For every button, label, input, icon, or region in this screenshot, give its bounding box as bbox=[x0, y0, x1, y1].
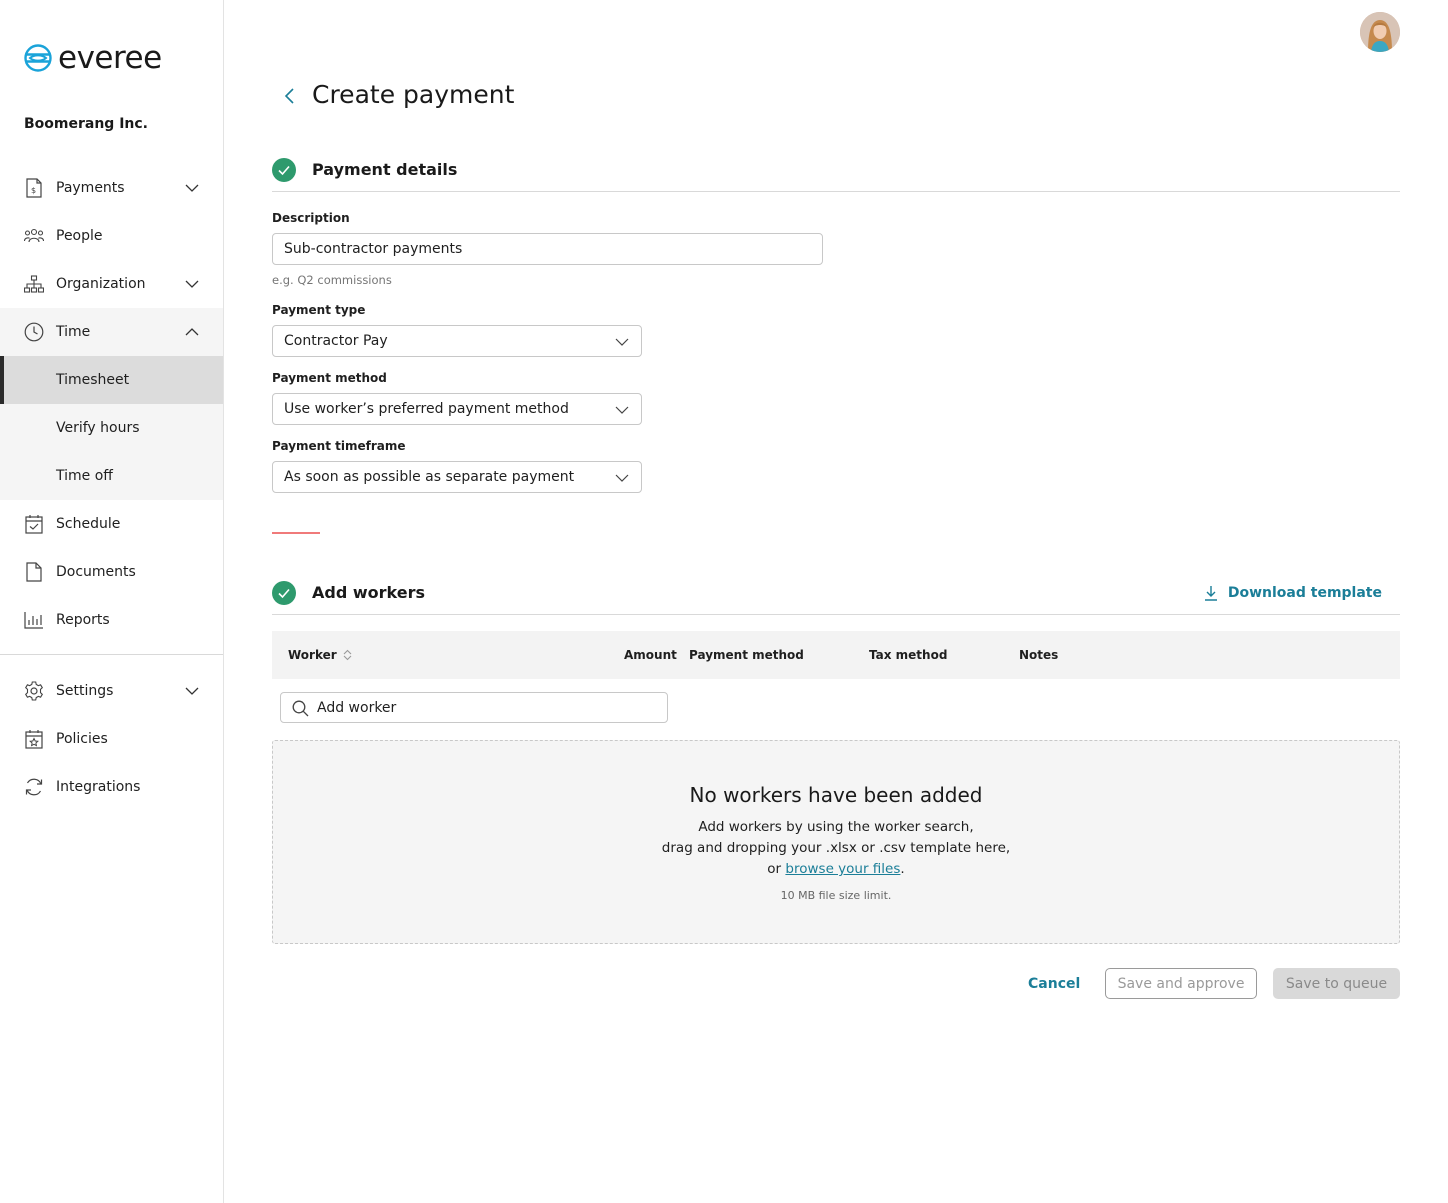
payment-timeframe-value: As soon as possible as separate payment bbox=[284, 469, 575, 485]
sidebar-item-label: Documents bbox=[56, 564, 136, 580]
file-dropzone[interactable]: No workers have been added Add workers b… bbox=[272, 740, 1400, 944]
payment-method-value: Use worker’s preferred payment method bbox=[284, 401, 569, 417]
description-label: Description bbox=[272, 211, 350, 225]
sidebar-item-label: Organization bbox=[56, 276, 146, 292]
avatar-photo-icon bbox=[1360, 12, 1400, 52]
add-worker-search[interactable]: Add worker bbox=[280, 692, 668, 723]
chevron-down-icon bbox=[615, 406, 629, 414]
main-nav: $ Payments People Organization Time Time… bbox=[0, 164, 223, 811]
people-icon bbox=[24, 226, 44, 246]
policy-calendar-icon bbox=[24, 729, 44, 749]
receipt-icon: $ bbox=[24, 178, 44, 198]
search-placeholder: Add worker bbox=[317, 699, 397, 716]
page-title: Create payment bbox=[312, 80, 515, 109]
column-header-amount: Amount bbox=[624, 648, 677, 662]
description-input[interactable]: Sub-contractor payments bbox=[272, 233, 823, 265]
empty-state-line: Add workers by using the worker search, bbox=[698, 819, 974, 835]
time-submenu: Timesheet Verify hours Time off bbox=[0, 356, 223, 500]
sidebar-item-integrations[interactable]: Integrations bbox=[0, 763, 223, 811]
sidebar-item-label: Reports bbox=[56, 612, 110, 628]
empty-state-title: No workers have been added bbox=[689, 783, 983, 807]
column-label: Worker bbox=[288, 648, 337, 662]
section-divider-accent bbox=[272, 532, 320, 534]
svg-text:$: $ bbox=[31, 186, 36, 195]
save-and-approve-button[interactable]: Save and approve bbox=[1105, 968, 1257, 999]
sidebar-item-label: Time bbox=[56, 324, 91, 340]
document-icon bbox=[24, 562, 44, 582]
sidebar-item-documents[interactable]: Documents bbox=[0, 548, 223, 596]
empty-state-text: or bbox=[767, 861, 786, 877]
payment-method-label: Payment method bbox=[272, 371, 387, 385]
sidebar-item-label: Settings bbox=[56, 683, 114, 699]
sidebar-item-payments[interactable]: $ Payments bbox=[0, 164, 223, 212]
payment-type-value: Contractor Pay bbox=[284, 333, 388, 349]
sidebar: everee Boomerang Inc. $ Payments People … bbox=[0, 0, 224, 1203]
save-to-queue-button[interactable]: Save to queue bbox=[1273, 968, 1400, 999]
column-header-notes: Notes bbox=[1019, 648, 1059, 662]
payment-timeframe-label: Payment timeframe bbox=[272, 439, 406, 453]
column-header-tax-method: Tax method bbox=[869, 648, 948, 662]
description-hint: e.g. Q2 commissions bbox=[272, 273, 392, 287]
bar-chart-icon bbox=[24, 610, 44, 630]
chevron-down-icon bbox=[615, 338, 629, 346]
sidebar-item-time[interactable]: Time bbox=[0, 308, 223, 356]
chevron-up-icon bbox=[185, 328, 199, 336]
brand-logo[interactable]: everee bbox=[24, 40, 162, 76]
section-title: Payment details bbox=[312, 160, 458, 179]
payment-details-header: Payment details bbox=[272, 158, 1400, 192]
sidebar-item-people[interactable]: People bbox=[0, 212, 223, 260]
sort-icon bbox=[343, 649, 352, 661]
file-size-limit-note: 10 MB file size limit. bbox=[780, 889, 892, 902]
empty-state-text: . bbox=[900, 861, 905, 877]
check-circle-icon bbox=[272, 581, 296, 605]
column-header-payment-method: Payment method bbox=[689, 648, 804, 662]
back-arrow-icon[interactable] bbox=[280, 86, 300, 106]
add-workers-header: Add workers Download template bbox=[272, 581, 1400, 615]
payment-method-select[interactable]: Use worker’s preferred payment method bbox=[272, 393, 642, 425]
download-template-link[interactable]: Download template bbox=[1204, 585, 1382, 601]
sidebar-item-reports[interactable]: Reports bbox=[0, 596, 223, 644]
payment-type-select[interactable]: Contractor Pay bbox=[272, 325, 642, 357]
calendar-check-icon bbox=[24, 514, 44, 534]
sidebar-item-policies[interactable]: Policies bbox=[0, 715, 223, 763]
clock-icon bbox=[24, 322, 44, 342]
download-icon bbox=[1204, 586, 1217, 601]
chevron-down-icon bbox=[185, 184, 199, 192]
section-title: Add workers bbox=[312, 583, 425, 602]
everee-logo-icon bbox=[24, 44, 52, 72]
sidebar-item-label: Integrations bbox=[56, 779, 141, 795]
chevron-down-icon bbox=[185, 687, 199, 695]
sidebar-item-timesheet[interactable]: Timesheet bbox=[0, 356, 223, 404]
gear-icon bbox=[24, 681, 44, 701]
sidebar-item-label: Policies bbox=[56, 731, 108, 747]
chevron-down-icon bbox=[185, 280, 199, 288]
column-header-worker[interactable]: Worker bbox=[288, 648, 352, 662]
cancel-button[interactable]: Cancel bbox=[1028, 968, 1080, 999]
sidebar-item-settings[interactable]: Settings bbox=[0, 667, 223, 715]
empty-state-line: or browse your files. bbox=[273, 861, 1399, 877]
browse-files-link[interactable]: browse your files bbox=[785, 861, 900, 877]
sidebar-item-label: Payments bbox=[56, 180, 125, 196]
check-circle-icon bbox=[272, 158, 296, 182]
org-chart-icon bbox=[24, 274, 44, 294]
search-icon bbox=[292, 700, 309, 717]
sidebar-divider bbox=[0, 654, 223, 655]
payment-timeframe-select[interactable]: As soon as possible as separate payment bbox=[272, 461, 642, 493]
sidebar-item-label: Schedule bbox=[56, 516, 121, 532]
download-template-label: Download template bbox=[1227, 585, 1382, 601]
payment-type-label: Payment type bbox=[272, 303, 366, 317]
sidebar-item-organization[interactable]: Organization bbox=[0, 260, 223, 308]
workers-table-header: Worker Amount Payment method Tax method … bbox=[272, 631, 1400, 679]
sidebar-item-time-off[interactable]: Time off bbox=[0, 452, 223, 500]
user-avatar[interactable] bbox=[1360, 12, 1400, 52]
sidebar-item-label: People bbox=[56, 228, 103, 244]
chevron-down-icon bbox=[615, 474, 629, 482]
company-name: Boomerang Inc. bbox=[24, 116, 148, 132]
sidebar-item-verify-hours[interactable]: Verify hours bbox=[0, 404, 223, 452]
empty-state-line: drag and dropping your .xlsx or .csv tem… bbox=[661, 840, 1011, 856]
brand-name: everee bbox=[58, 39, 162, 76]
sync-icon bbox=[24, 777, 44, 797]
sidebar-item-schedule[interactable]: Schedule bbox=[0, 500, 223, 548]
